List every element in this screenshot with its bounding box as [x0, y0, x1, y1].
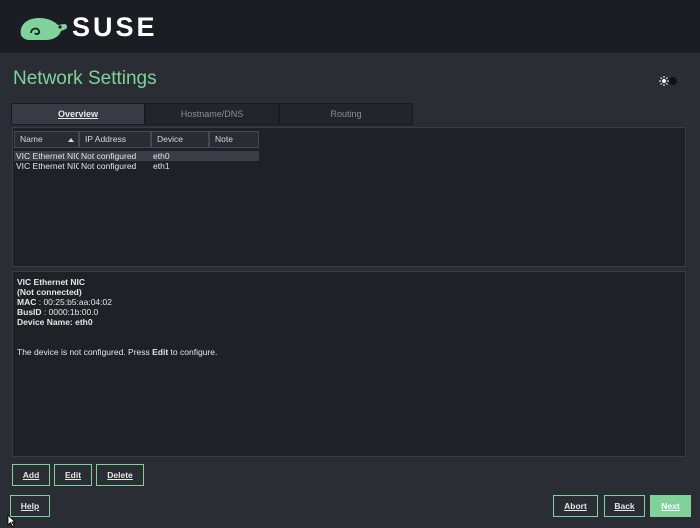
delete-button[interactable]: Delete: [96, 464, 144, 486]
delete-button-label: Delete: [107, 470, 133, 480]
cell-note: [209, 161, 259, 171]
column-header-ip-address[interactable]: IP Address: [79, 131, 151, 148]
cell-device: eth1: [153, 161, 170, 171]
message-text-end: to configure.: [168, 347, 218, 357]
tab-overview[interactable]: Overview: [11, 103, 145, 125]
cell-ip-address: Not configured: [81, 161, 137, 171]
back-button-label: Back: [614, 501, 635, 511]
edit-button[interactable]: Edit: [54, 464, 92, 486]
detail-device-name: VIC Ethernet NIC: [17, 277, 86, 287]
table-header: Name IP Address Device Note: [14, 131, 259, 148]
message-text: The device is not configured. Press: [17, 347, 153, 357]
add-button[interactable]: Add: [12, 464, 50, 486]
help-button[interactable]: Help: [10, 495, 50, 517]
top-bar: SUSE: [0, 0, 700, 53]
detail-message: The device is not configured. Press Edit…: [17, 347, 681, 357]
tab-routing[interactable]: Routing: [279, 103, 413, 125]
busid-label: BusID: [17, 307, 42, 317]
table-row[interactable]: VIC Ethernet NIC Not configured eth0: [14, 151, 259, 161]
detail-connection-status: (Not connected): [17, 287, 82, 297]
sort-ascending-icon: [68, 138, 74, 142]
page-title: Network Settings: [13, 68, 157, 89]
back-button[interactable]: Back: [604, 495, 645, 517]
mac-label: MAC: [17, 297, 37, 307]
next-button[interactable]: Next: [650, 495, 691, 517]
column-header-label: Name: [20, 134, 43, 144]
cell-note: [209, 151, 259, 161]
network-card-list: Name IP Address Device Note VIC Ethernet…: [12, 127, 686, 267]
mouse-cursor-icon: [7, 514, 16, 527]
brand-name: SUSE: [72, 12, 158, 42]
abort-button[interactable]: Abort: [553, 495, 598, 517]
column-header-name[interactable]: Name: [14, 131, 79, 148]
detail-device-name-field: Device Name: eth0: [17, 317, 93, 327]
column-header-note[interactable]: Note: [209, 131, 259, 148]
detail-mac: MAC : 00:25:b5:aa:04:02: [17, 297, 681, 307]
add-button-label: Add: [22, 470, 40, 480]
tab-bar: Overview Hostname/DNS Routing: [11, 103, 413, 125]
detail-busid: BusID : 0000:1b:00.0: [17, 307, 681, 317]
tab-hostname-dns[interactable]: Hostname/DNS: [145, 103, 279, 125]
theme-toggle-icon[interactable]: [658, 74, 678, 88]
table-row[interactable]: VIC Ethernet NIC Not configured eth1: [14, 161, 259, 171]
cell-ip-address: Not configured: [81, 151, 137, 161]
busid-value: : 0000:1b:00.0: [41, 307, 99, 317]
help-button-label: Help: [20, 501, 40, 511]
mac-value: : 00:25:b5:aa:04:02: [36, 297, 112, 307]
abort-button-label: Abort: [564, 501, 587, 511]
cell-device: eth0: [153, 151, 170, 161]
suse-chameleon-logo: [20, 18, 68, 40]
message-edit-keyword: Edit: [152, 347, 169, 357]
edit-button-label: Edit: [64, 470, 82, 480]
column-header-device[interactable]: Device: [151, 131, 209, 148]
cell-name: VIC Ethernet NIC: [16, 151, 79, 161]
device-details-panel: VIC Ethernet NIC (Not connected) MAC : 0…: [12, 271, 686, 457]
cell-name: VIC Ethernet NIC: [16, 161, 79, 171]
next-button-label: Next: [661, 501, 680, 511]
